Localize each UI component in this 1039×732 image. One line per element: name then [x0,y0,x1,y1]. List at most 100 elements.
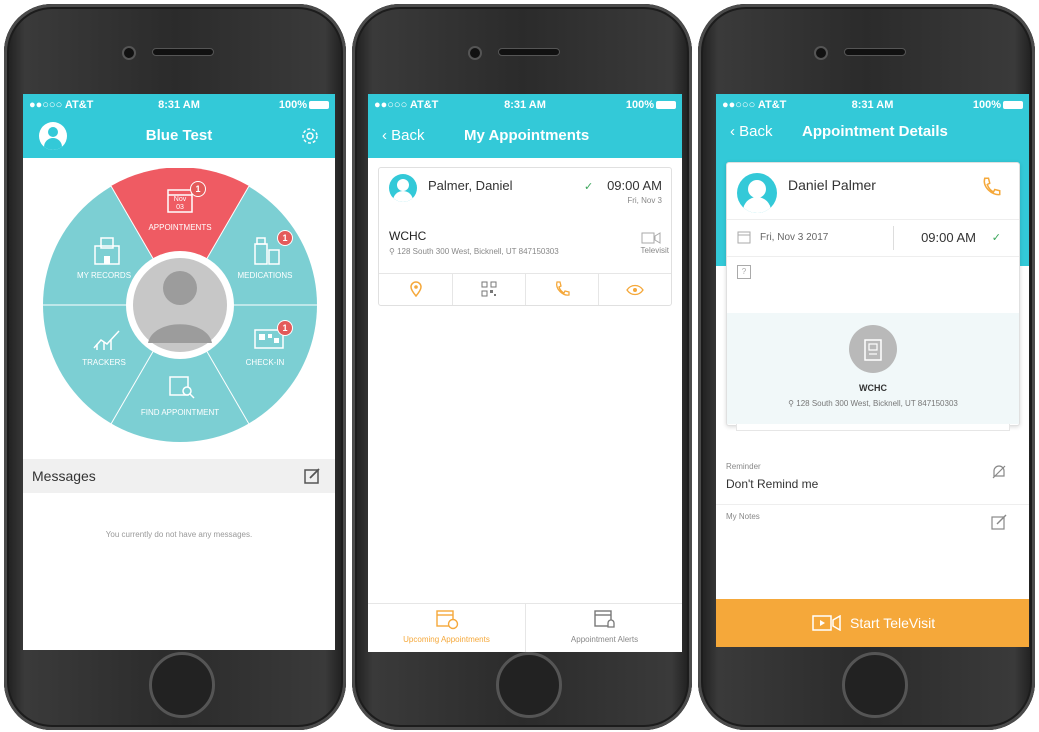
find-appointment-icon [169,376,195,399]
date-row: Fri, Nov 3 2017 09:00 AM ✓ [727,219,1019,257]
phone-appointments: ●●○○○ AT&T 8:31 AM 100% ‹ Back My Appoin… [352,4,692,730]
facility-panel: WCHC ⚲ 128 South 300 West, Bicknell, UT … [727,313,1019,424]
tab-upcoming-appointments[interactable]: Upcoming Appointments [368,604,525,652]
appointment-card[interactable]: Palmer, Daniel ✓ 09:00 AM Fri, Nov 3 WCH… [378,167,672,306]
trackers-label[interactable]: TRACKERS [59,358,149,367]
start-televisit-button[interactable]: Start TeleVisit [716,599,1029,647]
view-button[interactable] [598,274,671,305]
find-appointment-label[interactable]: FIND APPOINTMENT [135,408,225,417]
location-pin-icon: ⚲ [389,247,398,256]
home-header: Blue Test [23,116,335,158]
facility-name: WCHC [389,229,427,243]
patient-avatar-icon [737,173,777,213]
medications-badge: 1 [277,230,293,246]
details-card: Daniel Palmer Fri, Nov 3 2017 09:00 AM ✓… [726,162,1020,426]
unknown-info-text: ? [741,267,747,276]
reminder-row[interactable]: Reminder Don't Remind me [716,456,1029,505]
unknown-info-icon: ? [737,265,751,279]
hospital-icon [849,325,897,373]
calendar-bell-icon [593,610,615,628]
calendar-day: 03 [176,204,184,211]
page-title: My Appointments [464,127,590,144]
appointment-date: Fri, Nov 3 2017 [760,232,829,243]
calendar-month: Nov [173,196,187,203]
checkin-label[interactable]: CHECK-IN [220,358,310,367]
home-button[interactable] [496,652,562,718]
phone-icon [555,281,570,296]
home-button[interactable] [842,652,908,718]
phone-details: ●●○○○ AT&T 8:31 AM 100% ‹ Back Appointme… [698,4,1035,730]
bell-off-icon [992,465,1006,479]
chevron-left-icon: ‹ [730,123,740,140]
details-header: ‹ Back Appointment Details [716,116,1029,152]
front-camera [122,46,136,60]
tab-upcoming-label: Upcoming Appointments [403,635,490,644]
empty-messages-text: You currently do not have any messages. [105,530,253,539]
status-bar: ●●○○○ AT&T 8:31 AM 100% [716,94,1029,116]
my-records-label[interactable]: MY RECORDS [59,271,149,280]
start-televisit-label: Start TeleVisit [850,615,936,631]
details-screen: ●●○○○ AT&T 8:31 AM 100% ‹ Back Appointme… [716,94,1029,647]
battery-percent: 100% [625,99,654,111]
front-camera [468,46,482,60]
home-button[interactable] [149,652,215,718]
call-button[interactable] [525,274,599,305]
card-shadow-strip [736,424,1010,431]
address-text: 128 South 300 West, Bicknell, UT 8471503… [397,247,559,256]
status-bar: ●●○○○ AT&T 8:31 AM 100% [23,94,335,116]
battery-icon [656,101,676,110]
map-pin-icon [409,281,422,298]
appointments-screen: ●●○○○ AT&T 8:31 AM 100% ‹ Back My Appoin… [368,94,682,652]
facility-address: ⚲ 128 South 300 West, Bicknell, UT 84715… [727,399,1019,408]
messages-title: Messages [32,468,96,484]
qr-code-button[interactable] [452,274,526,305]
battery-percent: 100% [972,99,1001,111]
tab-appointment-alerts[interactable]: Appointment Alerts [525,604,682,652]
medications-label[interactable]: MEDICATIONS [220,271,310,280]
patient-name: Palmer, Daniel [428,178,513,193]
date-divider [893,226,894,250]
checkin-badge: 1 [277,320,293,336]
battery-status: 100% [626,99,676,111]
status-bar: ●●○○○ AT&T 8:31 AM 100% [368,94,682,116]
battery-icon [1003,101,1023,110]
map-pin-button[interactable] [379,274,453,305]
televisit-label: Televisit [640,246,669,255]
phone-home: ●●○○○ AT&T 8:31 AM 100% Blue Test Nov 03… [4,4,346,730]
back-label: Back [739,123,773,140]
back-button[interactable]: ‹ Back [730,123,773,140]
appointment-time: 09:00 AM [921,230,976,245]
page-title: Blue Test [145,127,213,144]
appointment-date: Fri, Nov 3 [627,196,662,205]
back-button[interactable]: ‹ Back [382,127,425,144]
action-row [379,273,671,305]
earpiece-speaker [152,48,214,56]
patient-avatar-icon [389,174,417,202]
feature-wheel: Nov 03 1 APPOINTMENTS 1 MEDICATIONS 1 CH… [43,167,317,442]
notes-label: My Notes [726,512,760,521]
address-text: 128 South 300 West, Bicknell, UT 8471503… [796,399,958,408]
gear-icon[interactable] [299,125,321,147]
appointments-header: ‹ Back My Appointments [368,116,682,158]
notes-row[interactable]: My Notes [716,506,1029,556]
records-building-icon [94,237,120,265]
battery-status: 100% [973,99,1023,111]
reminder-label: Reminder [726,462,761,471]
appointments-badge: 1 [190,181,206,197]
video-camera-icon [812,615,841,631]
phone-icon[interactable] [981,177,1001,197]
compose-icon[interactable] [303,467,321,485]
edit-note-icon [991,514,1007,530]
trackers-chart-icon [93,330,120,350]
qr-code-icon [481,281,496,297]
battery-icon [309,101,329,110]
earpiece-speaker [498,48,560,56]
appointments-label[interactable]: APPOINTMENTS [135,223,225,232]
calendar-clock-icon [435,610,458,630]
patient-name: Daniel Palmer [788,177,876,193]
video-icon [641,232,661,244]
front-camera [814,46,828,60]
facility-address: ⚲ 128 South 300 West, Bicknell, UT 84715… [389,247,559,256]
confirmed-check-icon: ✓ [584,181,594,193]
page-title: Appointment Details [802,123,948,140]
